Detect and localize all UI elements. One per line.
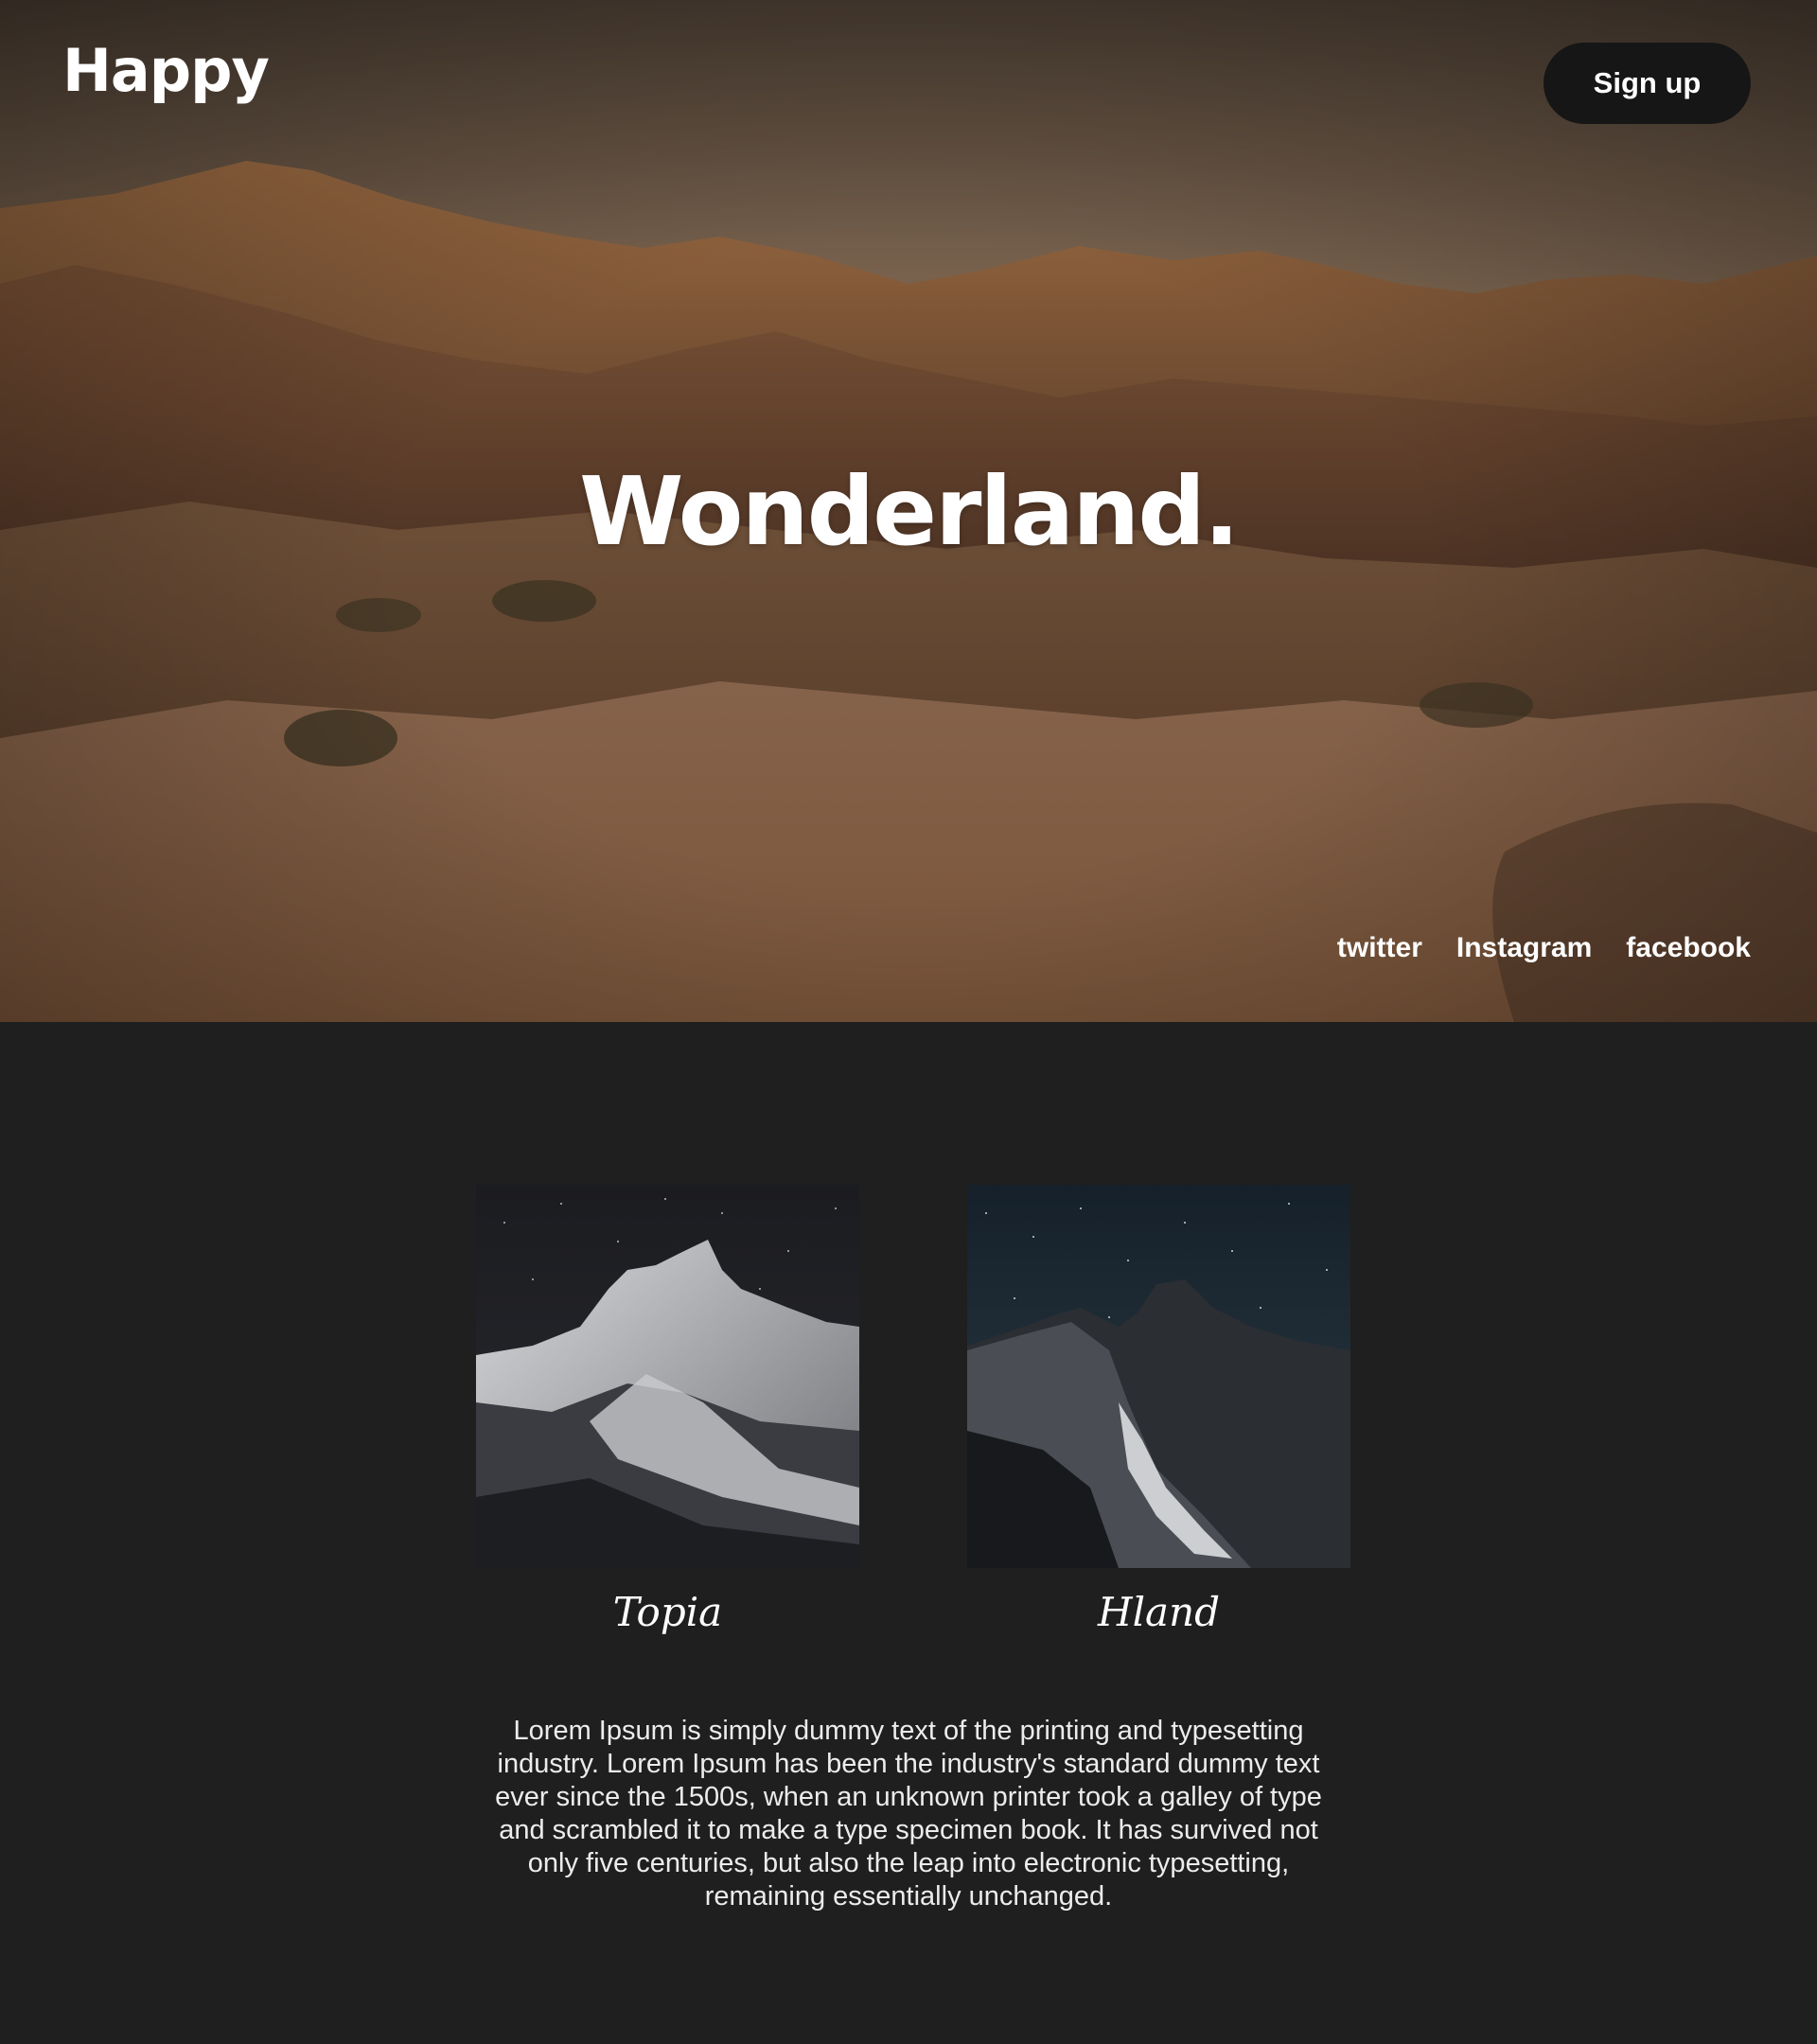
topia-mountain-image [476,1185,859,1568]
description-text: Lorem Ipsum is simply dummy text of the … [495,1716,1322,1912]
card-title-hland: Hland [1097,1589,1221,1635]
twitter-link[interactable]: twitter [1337,932,1422,964]
card-hland[interactable]: Hland [967,1185,1350,1635]
card-topia[interactable]: Topia [476,1185,859,1635]
facebook-link[interactable]: facebook [1626,932,1751,964]
signup-button[interactable]: Sign up [1544,43,1751,124]
hland-mountain-image [967,1185,1350,1568]
hero-banner: Happy Sign up Wonderland. twitter Instag… [0,0,1817,1022]
logo[interactable]: Happy [62,36,270,105]
instagram-link[interactable]: Instagram [1456,932,1592,964]
hero-title: Wonderland. [579,456,1240,567]
card-title-topia: Topia [612,1589,723,1635]
social-links: twitter Instagram facebook [1337,932,1751,964]
